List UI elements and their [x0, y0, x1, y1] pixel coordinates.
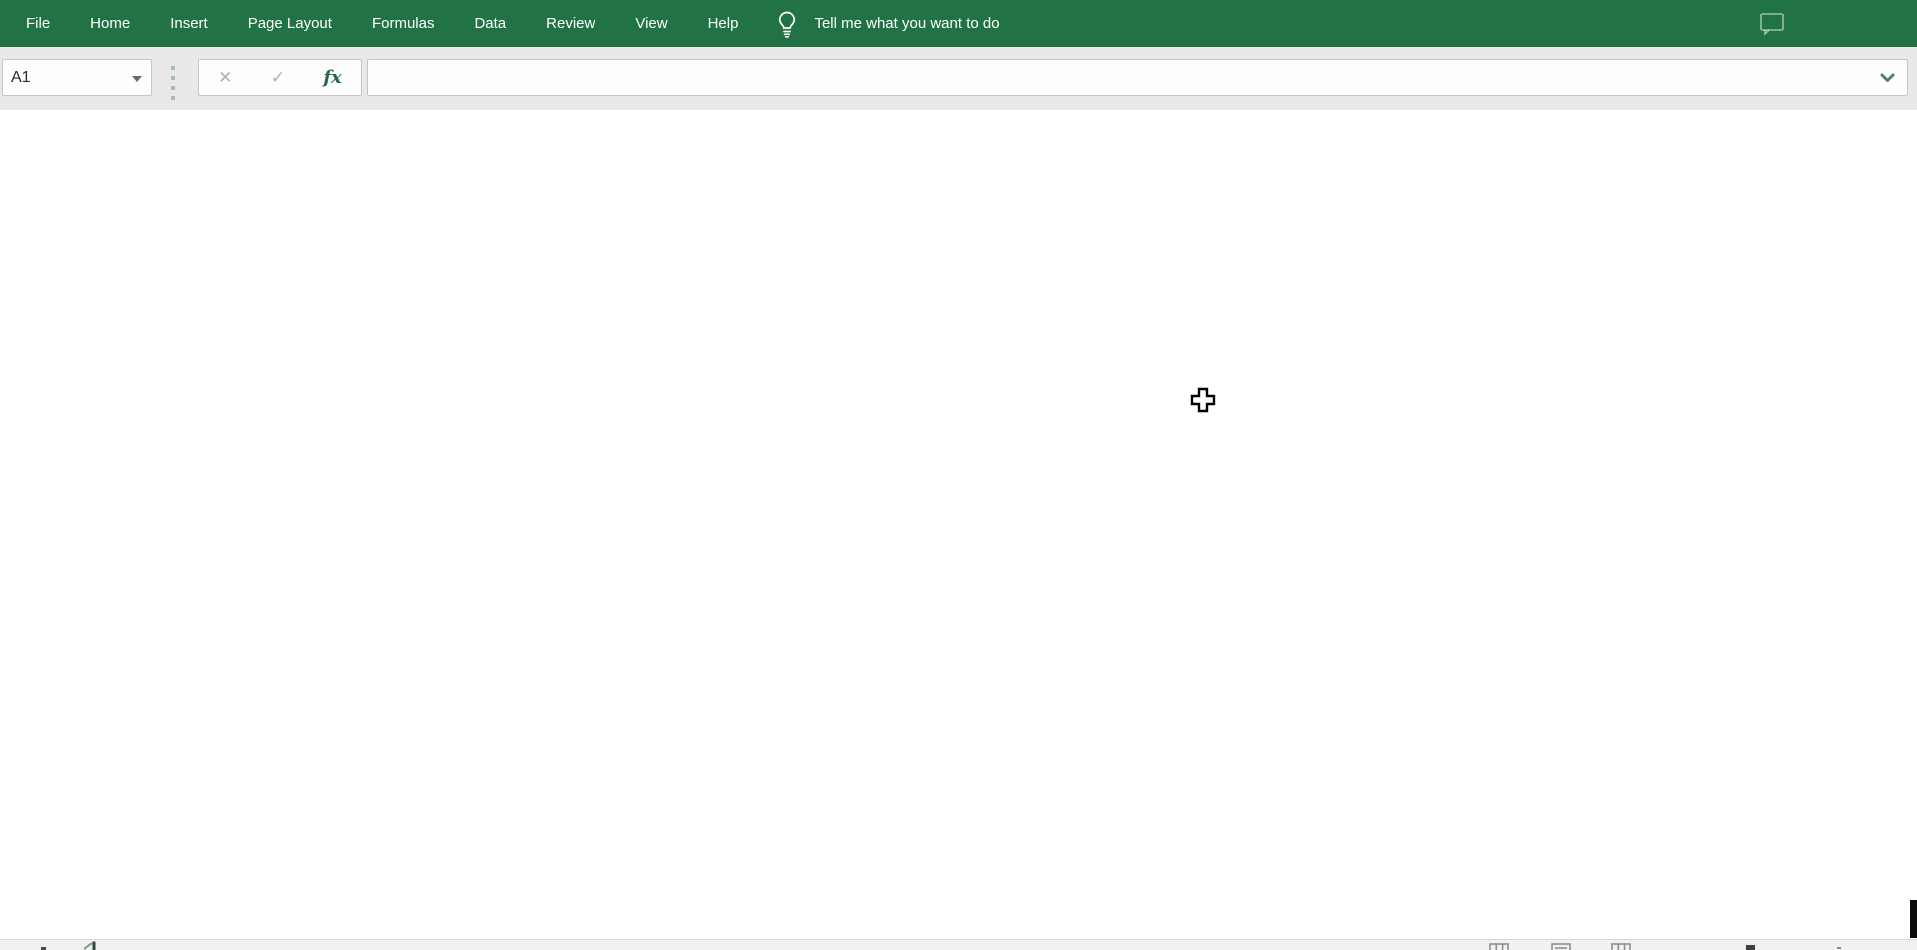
- menu-bar: File Home Insert Page Layout Formulas Da…: [0, 0, 758, 47]
- name-box-input[interactable]: [3, 68, 123, 88]
- status-bar: [0, 939, 1917, 950]
- normal-view-button[interactable]: [1489, 943, 1509, 950]
- lightbulb-icon: [774, 9, 800, 39]
- insert-function-icon[interactable]: fx: [323, 69, 341, 87]
- tab-home[interactable]: Home: [70, 0, 150, 47]
- comment-bubble-icon[interactable]: [1759, 11, 1785, 37]
- formula-bar-row: ✕ ✓ fx: [0, 47, 1917, 110]
- chevron-down-icon[interactable]: [132, 76, 142, 82]
- tab-page-layout[interactable]: Page Layout: [228, 0, 352, 47]
- tab-view[interactable]: View: [615, 0, 687, 47]
- formula-bar-field[interactable]: [367, 59, 1908, 96]
- formula-bar-drag-handle[interactable]: [171, 66, 176, 100]
- page-layout-view-button[interactable]: [1551, 943, 1571, 950]
- cell-cursor-icon: [1189, 386, 1217, 414]
- tab-file[interactable]: File: [6, 0, 70, 47]
- tab-review[interactable]: Review: [526, 0, 615, 47]
- zoom-slider-track-end: [1837, 947, 1841, 949]
- formula-input[interactable]: [368, 60, 1868, 95]
- page-break-preview-button[interactable]: [1611, 943, 1631, 950]
- ribbon-bar: File Home Insert Page Layout Formulas Da…: [0, 0, 1917, 47]
- tell-me-box[interactable]: Tell me what you want to do: [774, 9, 999, 39]
- name-box[interactable]: [2, 59, 152, 96]
- tab-data[interactable]: Data: [454, 0, 526, 47]
- tell-me-label: Tell me what you want to do: [814, 15, 999, 32]
- chevron-down-icon[interactable]: [1880, 73, 1895, 83]
- cancel-icon[interactable]: ✕: [218, 69, 232, 86]
- tab-insert[interactable]: Insert: [150, 0, 228, 47]
- formula-button-group: ✕ ✓ fx: [198, 59, 362, 96]
- zoom-slider-handle[interactable]: [1746, 945, 1755, 950]
- scrollbar-fragment: [1910, 900, 1917, 938]
- tab-formulas[interactable]: Formulas: [352, 0, 455, 47]
- enter-check-icon[interactable]: ✓: [271, 69, 285, 86]
- edit-pencil-icon: [83, 941, 97, 950]
- sheet-canvas[interactable]: [0, 110, 1917, 939]
- tab-help[interactable]: Help: [688, 0, 759, 47]
